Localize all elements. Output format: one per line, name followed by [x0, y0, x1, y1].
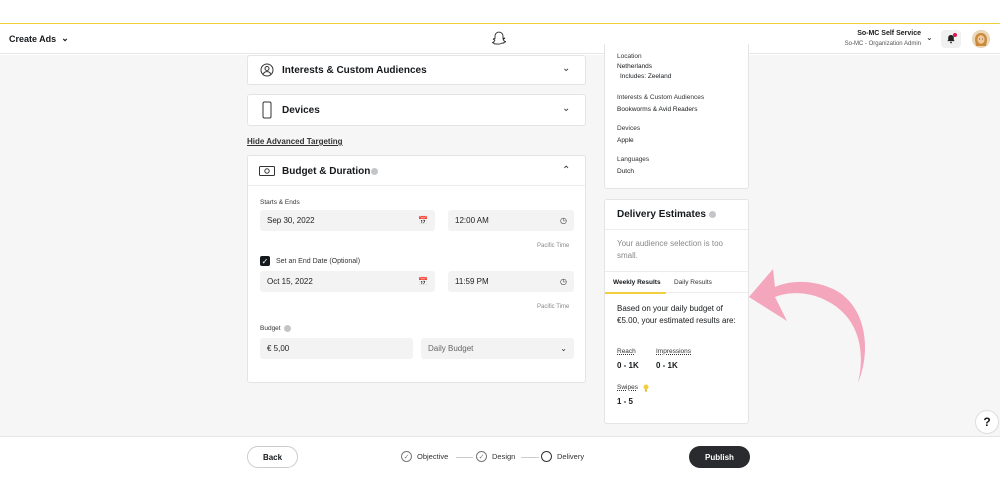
- summary-languages: Languages Dutch: [617, 155, 649, 177]
- step-objective[interactable]: ✓ Objective: [401, 451, 448, 462]
- annotation-arrow-icon: [749, 269, 866, 383]
- start-time-value: 12:00 AM: [455, 216, 489, 225]
- notification-badge: [953, 33, 957, 37]
- help-button[interactable]: ?: [975, 410, 999, 434]
- estimates-title: Delivery Estimates: [617, 209, 716, 220]
- estimates-intro: Based on your daily budget of €5.00, you…: [617, 304, 736, 325]
- end-date-input[interactable]: Oct 15, 2022 📅: [260, 271, 435, 292]
- publish-button[interactable]: Publish: [689, 446, 750, 468]
- summary-devices: Devices Apple: [617, 124, 640, 146]
- languages-value: Dutch: [617, 168, 634, 175]
- end-date-value: Oct 15, 2022: [267, 277, 313, 286]
- clock-icon[interactable]: ◷: [560, 216, 567, 225]
- budget-amount-value: € 5,00: [267, 344, 290, 353]
- reach-label[interactable]: Reach: [617, 348, 636, 355]
- location-value: Netherlands: [617, 63, 653, 70]
- tab-weekly-results[interactable]: Weekly Results: [613, 279, 661, 286]
- footer-bar: Back ✓ Objective ✓ Design Delivery Publi…: [0, 436, 1000, 476]
- location-label: Location: [617, 53, 642, 60]
- bottom-strip: [0, 476, 1000, 500]
- account-name: So-MC Self Service: [857, 30, 921, 37]
- check-circle-icon: ✓: [476, 451, 487, 462]
- chevron-up-icon[interactable]: ⌃: [562, 165, 570, 176]
- end-time-input[interactable]: 11:59 PM ◷: [448, 271, 574, 292]
- start-date-input[interactable]: Sep 30, 2022 📅: [260, 210, 435, 231]
- timezone-label: Pacific Time: [537, 304, 570, 310]
- lightbulb-icon: [643, 384, 649, 392]
- chevron-down-icon[interactable]: ⌄: [926, 33, 933, 42]
- budget-header[interactable]: Budget & Duration ⌃: [248, 156, 585, 186]
- chevron-down-icon[interactable]: ⌄: [562, 103, 570, 114]
- info-icon[interactable]: [708, 210, 716, 218]
- top-header: Create Ads ⌄ So-MC Self Service So-MC - …: [0, 24, 1000, 54]
- impressions-value: 0 - 1K: [656, 361, 678, 370]
- step-design-label: Design: [492, 452, 516, 461]
- chevron-down-icon: ⌄: [61, 33, 69, 43]
- interests-section[interactable]: Interests & Custom Audiences ⌄: [247, 55, 586, 85]
- budget-label: Budget: [260, 325, 291, 332]
- devices-title: Devices: [282, 105, 320, 116]
- calendar-icon[interactable]: 📅: [418, 277, 428, 286]
- step-delivery[interactable]: Delivery: [541, 451, 584, 462]
- avatar[interactable]: [972, 30, 990, 48]
- audience-warning: Your audience selection is too small.: [617, 239, 723, 260]
- interests-title: Interests & Custom Audiences: [282, 65, 427, 76]
- account-subtitle: So-MC - Organization Admin: [844, 41, 921, 47]
- hide-advanced-targeting-link[interactable]: Hide Advanced Targeting: [247, 137, 343, 146]
- devices-section[interactable]: Devices ⌄: [247, 94, 586, 126]
- swipes-label[interactable]: Swipes: [617, 384, 638, 391]
- timezone-label: Pacific Time: [537, 243, 570, 249]
- starts-ends-label: Starts & Ends: [260, 199, 300, 206]
- back-button[interactable]: Back: [247, 446, 298, 468]
- swipes-value: 1 - 5: [617, 397, 634, 406]
- interests-label: Interests & Custom Audiences: [617, 94, 705, 101]
- budget-type-value: Daily Budget: [428, 344, 474, 353]
- notifications-button[interactable]: [941, 30, 961, 48]
- create-ads-menu[interactable]: Create Ads ⌄: [9, 33, 69, 44]
- money-icon: [259, 166, 275, 176]
- chevron-down-icon[interactable]: ⌄: [562, 63, 570, 74]
- devices-label: Devices: [617, 125, 641, 132]
- tab-daily-results[interactable]: Daily Results: [674, 279, 712, 286]
- start-time-input[interactable]: 12:00 AM ◷: [448, 210, 574, 231]
- start-date-value: Sep 30, 2022: [267, 216, 315, 225]
- account-switcher[interactable]: So-MC Self Service So-MC - Organization …: [845, 29, 921, 49]
- summary-interests: Interests & Custom Audiences Bookworms &…: [617, 93, 704, 115]
- top-stripe: [0, 0, 1000, 24]
- interests-value: Bookworms & Avid Readers: [617, 106, 698, 113]
- avatar-bitmoji-icon: [972, 30, 990, 48]
- summary-location: Location Netherlands Includes: Zeeland: [617, 52, 671, 82]
- snapchat-ghost-icon[interactable]: [491, 30, 507, 47]
- step-objective-label: Objective: [417, 452, 449, 461]
- info-icon[interactable]: [371, 168, 378, 175]
- active-tab-indicator: [605, 292, 666, 294]
- clock-icon[interactable]: ◷: [560, 277, 567, 286]
- step-connector: [521, 457, 539, 458]
- chevron-down-icon: ⌄: [560, 344, 567, 353]
- budget-label-text: Budget: [260, 325, 281, 333]
- step-design[interactable]: ✓ Design: [476, 451, 515, 462]
- location-includes: Includes: Zeeland: [620, 73, 672, 80]
- languages-label: Languages: [617, 156, 650, 163]
- calendar-icon[interactable]: 📅: [418, 216, 428, 225]
- budget-type-select[interactable]: Daily Budget ⌄: [421, 338, 574, 359]
- end-date-checkbox[interactable]: ✓: [260, 256, 270, 266]
- check-circle-icon: ✓: [401, 451, 412, 462]
- estimates-title-text: Delivery Estimates: [617, 209, 706, 220]
- devices-value: Apple: [617, 137, 634, 144]
- end-date-checkbox-label: Set an End Date (Optional): [276, 258, 361, 265]
- phone-icon: [262, 101, 272, 119]
- budget-amount-input[interactable]: € 5,00: [260, 338, 413, 359]
- circle-icon: [541, 451, 552, 462]
- info-icon[interactable]: [283, 325, 291, 332]
- create-ads-label: Create Ads: [9, 33, 57, 44]
- step-delivery-label: Delivery: [557, 452, 585, 461]
- user-circle-icon: [260, 63, 274, 77]
- impressions-label[interactable]: Impressions: [656, 348, 691, 355]
- reach-value: 0 - 1K: [617, 361, 639, 370]
- end-time-value: 11:59 PM: [455, 277, 489, 286]
- budget-title: Budget & Duration: [282, 166, 371, 177]
- step-connector: [456, 457, 473, 458]
